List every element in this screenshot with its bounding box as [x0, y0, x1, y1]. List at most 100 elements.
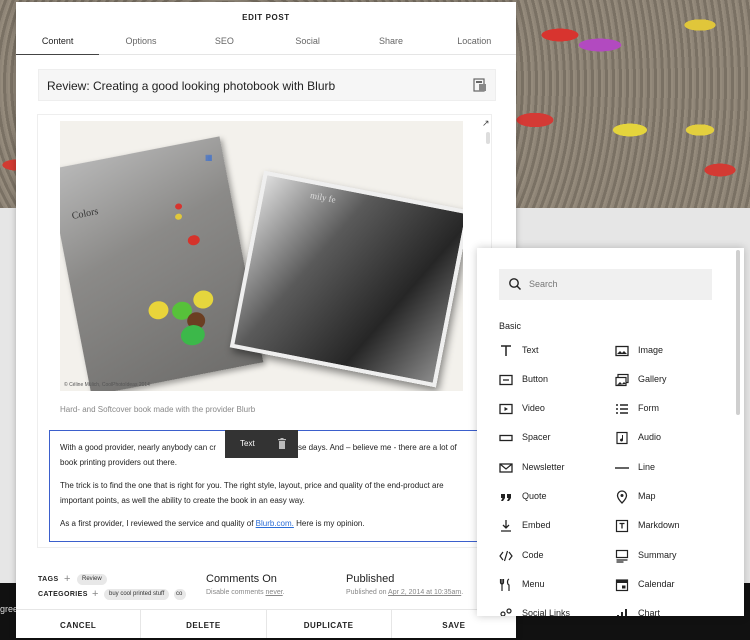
block-item-markdown[interactable]: Markdown: [615, 517, 725, 535]
block-picker: Search Basic Text Button Video Spacer Ne…: [477, 248, 744, 616]
block-item-label: Image: [638, 345, 664, 355]
block-item-label: Map: [638, 491, 656, 501]
block-item-label: Line: [638, 462, 656, 472]
image-block[interactable]: Colors mily fe ▦ © Céline Mülich, CoolPh…: [60, 121, 463, 391]
block-item-button[interactable]: Button: [499, 371, 609, 389]
map-icon: [616, 490, 628, 504]
block-item-code[interactable]: Code: [499, 547, 609, 565]
block-item-summary[interactable]: Summary: [615, 547, 725, 565]
category-chip-2[interactable]: co: [174, 589, 186, 600]
add-tag-button[interactable]: +: [64, 573, 70, 585]
menu-icon: [499, 578, 510, 591]
block-item-map[interactable]: Map: [615, 488, 725, 506]
code-icon: [499, 550, 513, 562]
edit-post-panel: EDIT POST Content Options SEO Social Sha…: [16, 2, 516, 638]
picker-scrollbar[interactable]: [736, 250, 740, 415]
paragraph-2[interactable]: The trick is to find the one that is rig…: [60, 478, 460, 508]
post-meta: TAGS + Review CATEGORIES + buy cool prin…: [16, 562, 516, 606]
block-item-label: Newsletter: [522, 462, 565, 472]
block-item-label: Code: [522, 550, 544, 560]
block-item-social-links[interactable]: Social Links: [499, 605, 609, 616]
blurb-link[interactable]: Blurb.com.: [256, 519, 294, 528]
tab-share[interactable]: Share: [349, 30, 432, 54]
duplicate-button[interactable]: DUPLICATE: [267, 610, 392, 638]
block-item-gallery[interactable]: Gallery: [615, 371, 725, 389]
block-item-chart[interactable]: Chart: [615, 605, 725, 616]
publish-status[interactable]: Published: [346, 573, 394, 585]
chart-icon: [617, 609, 627, 616]
video-icon: [499, 403, 513, 415]
photo-book-family: mily fe: [229, 170, 463, 388]
trash-icon[interactable]: [277, 438, 287, 449]
block-item-label: Social Links: [522, 608, 571, 616]
post-title-text[interactable]: Review: Creating a good looking photoboo…: [47, 79, 335, 93]
block-item-image[interactable]: Image: [615, 342, 725, 360]
block-item-menu[interactable]: Menu: [499, 576, 609, 594]
tab-options[interactable]: Options: [99, 30, 182, 54]
book-title-family: mily fe: [309, 189, 337, 205]
paragraph-3[interactable]: As a first provider, I reviewed the serv…: [60, 516, 460, 531]
block-item-label: Menu: [522, 579, 545, 589]
comments-detail-end: .: [282, 589, 285, 596]
block-item-label: Gallery: [638, 374, 667, 384]
edit-text-button[interactable]: Text: [240, 439, 255, 448]
comments-never-link[interactable]: never: [266, 589, 283, 596]
calendar-icon: [615, 579, 629, 592]
embed-icon: [501, 520, 511, 532]
post-title-field[interactable]: Review: Creating a good looking photoboo…: [38, 69, 496, 101]
block-item-audio[interactable]: Audio: [615, 429, 725, 447]
categories-label: CATEGORIES: [38, 591, 88, 598]
publish-detail-end: .: [461, 589, 464, 596]
block-item-label: Spacer: [522, 432, 551, 442]
newsletter-icon: [499, 463, 513, 473]
photo-credit: © Céline Mülich, CoolPhotoIdeas 2014: [64, 382, 150, 388]
image-focal-handle-icon[interactable]: ▦: [205, 153, 215, 162]
expand-icon[interactable]: ↗: [482, 118, 490, 129]
tab-location[interactable]: Location: [433, 30, 516, 54]
book-title-colors: Colors: [70, 206, 100, 222]
tab-seo[interactable]: SEO: [183, 30, 266, 54]
line-icon: [615, 467, 629, 469]
block-item-embed[interactable]: Embed: [499, 517, 609, 535]
cancel-button[interactable]: CANCEL: [16, 610, 142, 638]
block-item-text[interactable]: Text: [499, 342, 609, 360]
block-item-spacer[interactable]: Spacer: [499, 429, 609, 447]
comments-detail-text: Disable comments: [206, 589, 266, 596]
publish-detail: Published on Apr 2, 2014 at 10:35am.: [346, 589, 463, 596]
block-item-video[interactable]: Video: [499, 400, 609, 418]
publish-date-link[interactable]: Apr 2, 2014 at 10:35am: [388, 589, 461, 596]
text-block-toolbar: Text: [225, 430, 298, 458]
block-item-quote[interactable]: Quote: [499, 488, 609, 506]
tab-content[interactable]: Content: [16, 30, 100, 55]
paragraph-3-text: As a first provider, I reviewed the serv…: [60, 519, 256, 528]
spacer-icon: [499, 434, 513, 442]
block-search-input[interactable]: Search: [499, 269, 712, 300]
comments-status[interactable]: Comments On: [206, 573, 277, 585]
tab-social[interactable]: Social: [266, 30, 349, 54]
summary-icon: [615, 549, 629, 563]
section-label-basic: Basic: [499, 321, 522, 331]
add-category-button[interactable]: +: [92, 588, 98, 600]
delete-button[interactable]: DELETE: [141, 610, 267, 638]
comments-detail: Disable comments never.: [206, 589, 285, 596]
block-item-newsletter[interactable]: Newsletter: [499, 459, 609, 477]
block-item-label: Embed: [522, 520, 551, 530]
category-chip-1[interactable]: buy cool printed stuff: [104, 589, 170, 600]
photo-book-colors: Colors: [60, 136, 264, 391]
image-caption[interactable]: Hard- and Softcover book made with the p…: [60, 405, 255, 414]
tag-chip[interactable]: Review: [77, 574, 107, 585]
block-item-calendar[interactable]: Calendar: [615, 576, 725, 594]
social-links-icon: [500, 608, 512, 616]
panel-footer: CANCEL DELETE DUPLICATE SAVE: [16, 609, 516, 638]
template-icon[interactable]: [473, 78, 487, 92]
form-icon: [616, 404, 628, 414]
panel-title: EDIT POST: [242, 13, 290, 22]
text-icon: [501, 345, 511, 356]
block-item-form[interactable]: Form: [615, 400, 725, 418]
candy-red-small: [174, 202, 183, 211]
block-item-label: Text: [522, 345, 539, 355]
block-item-label: Calendar: [638, 579, 675, 589]
block-item-line[interactable]: Line: [615, 459, 725, 477]
markdown-icon: [615, 519, 629, 533]
editor-scrollbar[interactable]: [486, 132, 490, 144]
